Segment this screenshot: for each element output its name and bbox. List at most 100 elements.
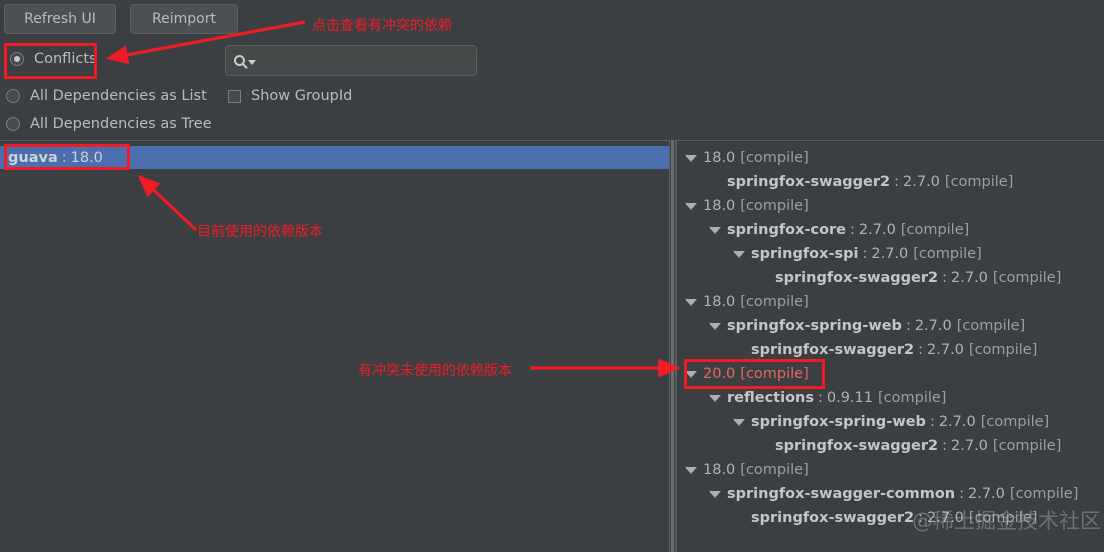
tree-row-version: 2.7.0	[927, 342, 964, 358]
tree-row-artifact: reflections	[727, 390, 814, 406]
tree-row[interactable]: springfox-swagger2:2.7.0 [compile]	[677, 170, 1104, 194]
radio-all-as-tree-icon[interactable]	[6, 117, 20, 131]
tree-row-separator: :	[905, 318, 911, 334]
tree-row-artifact: springfox-spring-web	[727, 318, 902, 334]
tree-row-artifact: springfox-spi	[751, 246, 859, 262]
tree-row[interactable]: reflections:0.9.11 [compile]	[677, 386, 1104, 410]
chevron-down-icon[interactable]	[733, 418, 745, 426]
tree-row-scope: [compile]	[913, 246, 982, 262]
tree-row-scope: [compile]	[992, 438, 1062, 454]
annotation-click-to-view: 点击查看有冲突的依赖	[312, 18, 452, 34]
guava-separator: :	[61, 149, 67, 166]
tree-row-scope: [compile]	[900, 222, 970, 238]
radio-all-dependencies-as-tree[interactable]: All Dependencies as Tree	[6, 116, 212, 132]
tree-row-artifact: springfox-core	[727, 222, 847, 238]
tree-row-scope: [compile]	[740, 294, 809, 310]
tree-row-artifact: springfox-swagger2	[751, 342, 915, 358]
dependency-tree-panel[interactable]: 18.0 [compile] springfox-swagger2:2.7.0 [co…	[676, 140, 1104, 552]
guava-artifact: guava	[8, 149, 58, 166]
tree-row[interactable]: springfox-swagger2:2.7.0 [compile]	[677, 266, 1104, 290]
list-item-guava[interactable]: guava : 18.0	[0, 146, 669, 169]
tree-row[interactable]: springfox-spring-web:2.7.0 [compile]	[677, 410, 1104, 434]
radio-conflicts[interactable]: Conflicts	[10, 51, 97, 67]
tree-row-separator: :	[918, 342, 924, 358]
maven-dependency-analyzer-window: Refresh UI Reimport Conflicts All Depend…	[0, 0, 1104, 552]
checkbox-show-groupid-label: Show GroupId	[251, 88, 353, 104]
chevron-down-icon[interactable]	[248, 60, 256, 65]
tree-row-separator: :	[850, 222, 855, 238]
tree-row[interactable]: 20.0 [compile]	[677, 362, 1104, 386]
tree-row[interactable]: springfox-core:2.7.0 [compile]	[677, 218, 1104, 242]
tree-row[interactable]: 18.0 [compile]	[677, 458, 1104, 482]
tree-row-version: 2.7.0	[903, 174, 940, 190]
tree-row-version: 2.7.0	[951, 270, 988, 286]
tree-row[interactable]: springfox-spring-web:2.7.0 [compile]	[677, 314, 1104, 338]
tree-row-version: 18.0	[703, 462, 736, 478]
tree-row[interactable]: 18.0 [compile]	[677, 290, 1104, 314]
reimport-label: Reimport	[152, 11, 216, 27]
tree-row-separator: :	[862, 246, 868, 262]
tree-row-scope: [compile]	[944, 174, 1014, 190]
chevron-down-icon[interactable]	[685, 370, 697, 378]
checkbox-show-groupid-icon[interactable]	[228, 89, 241, 103]
reimport-button[interactable]: Reimport	[130, 4, 238, 34]
tree-row-version: 20.0	[703, 366, 736, 382]
tree-row-artifact: springfox-swagger-common	[727, 486, 956, 502]
tree-row-scope: [compile]	[968, 342, 1038, 358]
tree-row-separator: :	[817, 390, 823, 406]
dependency-tree: 18.0 [compile] springfox-swagger2:2.7.0 [co…	[677, 146, 1104, 530]
tree-row[interactable]: springfox-spi:2.7.0 [compile]	[677, 242, 1104, 266]
tree-row-version: 0.9.11	[826, 390, 873, 406]
tree-row-scope: [compile]	[740, 150, 809, 166]
dependency-list-panel[interactable]: guava : 18.0	[0, 140, 669, 552]
radio-all-dependencies-as-list[interactable]: All Dependencies as List	[6, 88, 207, 104]
chevron-down-icon[interactable]	[685, 154, 697, 162]
tree-row[interactable]: 18.0 [compile]	[677, 146, 1104, 170]
tree-row-version: 2.7.0	[951, 438, 988, 454]
tree-row-artifact: springfox-swagger2	[775, 270, 939, 286]
chevron-down-icon[interactable]	[709, 226, 721, 234]
chevron-down-icon[interactable]	[685, 298, 697, 306]
tree-row-version: 2.7.0	[968, 486, 1005, 502]
tree-row-version: 18.0	[703, 150, 736, 166]
guava-version: 18.0	[70, 149, 103, 166]
tree-row-artifact: springfox-swagger2	[751, 510, 915, 526]
tree-row[interactable]: springfox-swagger2:2.7.0 [compile]	[677, 506, 1104, 530]
search-icon[interactable]	[234, 55, 245, 66]
chevron-down-icon[interactable]	[685, 202, 697, 210]
tree-row[interactable]: springfox-swagger-common:2.7.0 [compile]	[677, 482, 1104, 506]
tree-row-scope: [compile]	[980, 414, 1050, 430]
radio-all-as-list-label: All Dependencies as List	[30, 88, 207, 104]
chevron-down-icon[interactable]	[733, 250, 745, 258]
tree-row-scope: [compile]	[740, 366, 809, 382]
panel-splitter[interactable]	[669, 140, 676, 552]
radio-conflicts-icon[interactable]	[10, 52, 24, 66]
tree-row-scope: [compile]	[878, 390, 947, 406]
tree-row-scope: [compile]	[1009, 486, 1079, 502]
tree-row-separator: :	[929, 414, 935, 430]
radio-all-as-list-icon[interactable]	[6, 89, 20, 103]
checkbox-show-groupid[interactable]: Show GroupId	[228, 88, 352, 104]
tree-row-artifact: springfox-swagger2	[727, 174, 891, 190]
tree-row-separator: :	[942, 270, 948, 286]
tree-row-version: 2.7.0	[871, 246, 909, 262]
chevron-down-icon[interactable]	[709, 490, 721, 498]
tree-row[interactable]: springfox-swagger2:2.7.0 [compile]	[677, 434, 1104, 458]
tree-row-separator: :	[942, 438, 948, 454]
radio-conflicts-label: Conflicts	[34, 51, 97, 67]
tree-row-version: 18.0	[703, 294, 736, 310]
tree-row-version: 2.7.0	[914, 318, 952, 334]
search-box[interactable]	[225, 45, 477, 76]
tree-row[interactable]: springfox-swagger2:2.7.0 [compile]	[677, 338, 1104, 362]
tree-row-separator: :	[894, 174, 900, 190]
tree-row-separator: :	[918, 510, 924, 526]
chevron-down-icon[interactable]	[685, 466, 697, 474]
chevron-down-icon[interactable]	[709, 394, 721, 402]
search-input[interactable]	[262, 52, 476, 69]
tree-row-scope: [compile]	[956, 318, 1026, 334]
tree-row-version: 2.7.0	[927, 510, 964, 526]
chevron-down-icon[interactable]	[709, 322, 721, 330]
splitter-grip[interactable]	[671, 140, 674, 552]
refresh-ui-button[interactable]: Refresh UI	[4, 4, 116, 34]
tree-row[interactable]: 18.0 [compile]	[677, 194, 1104, 218]
